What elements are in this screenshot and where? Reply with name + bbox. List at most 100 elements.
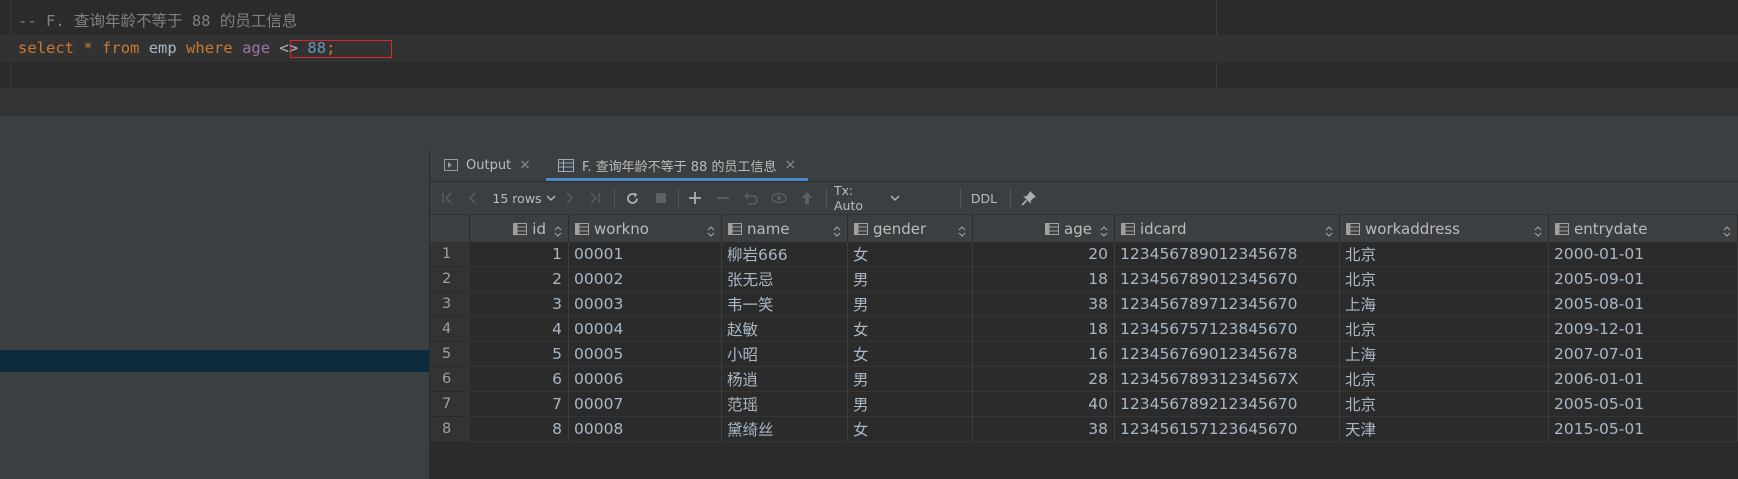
preview-changes-icon[interactable] xyxy=(768,188,790,208)
cell-id[interactable]: 2 xyxy=(470,267,569,292)
cell-name[interactable]: 张无忌 xyxy=(722,267,848,292)
column-header-age[interactable]: age xyxy=(973,215,1115,242)
column-header-workno[interactable]: workno xyxy=(569,215,722,242)
column-header-idcard[interactable]: idcard xyxy=(1115,215,1340,242)
cell-id[interactable]: 5 xyxy=(470,342,569,367)
cell-idcard[interactable]: 123456789012345678 xyxy=(1115,242,1340,267)
next-page-icon[interactable] xyxy=(560,188,578,208)
row-number[interactable]: 6 xyxy=(430,367,470,392)
tab-output[interactable]: Output × xyxy=(444,149,531,181)
cell-workno[interactable]: 00003 xyxy=(569,292,722,317)
row-number[interactable]: 8 xyxy=(430,417,470,442)
cell-workaddress[interactable]: 上海 xyxy=(1340,342,1549,367)
delete-row-icon[interactable] xyxy=(712,188,734,208)
row-number[interactable]: 1 xyxy=(430,242,470,267)
sql-editor[interactable]: -- F. 查询年龄不等于 88 的员工信息 select * from emp… xyxy=(0,0,1738,88)
cell-entrydate[interactable]: 2005-08-01 xyxy=(1549,292,1738,317)
sort-icon[interactable] xyxy=(554,223,562,241)
sort-icon[interactable] xyxy=(1325,223,1333,241)
refresh-icon[interactable] xyxy=(622,188,642,208)
cell-age[interactable]: 18 xyxy=(973,267,1115,292)
cell-entrydate[interactable]: 2009-12-01 xyxy=(1549,317,1738,342)
sort-icon[interactable] xyxy=(1723,223,1731,241)
cell-gender[interactable]: 男 xyxy=(848,367,973,392)
cell-workaddress[interactable]: 北京 xyxy=(1340,267,1549,292)
sort-icon[interactable] xyxy=(707,223,715,241)
tx-mode-dropdown[interactable]: Tx: Auto xyxy=(834,183,900,213)
cell-age[interactable]: 20 xyxy=(973,242,1115,267)
cell-workno[interactable]: 00005 xyxy=(569,342,722,367)
cell-id[interactable]: 7 xyxy=(470,392,569,417)
cell-id[interactable]: 1 xyxy=(470,242,569,267)
cell-gender[interactable]: 女 xyxy=(848,242,973,267)
cell-idcard[interactable]: 123456789212345670 xyxy=(1115,392,1340,417)
row-number[interactable]: 5 xyxy=(430,342,470,367)
close-icon[interactable]: × xyxy=(784,157,796,173)
cell-name[interactable]: 小昭 xyxy=(722,342,848,367)
cell-id[interactable]: 3 xyxy=(470,292,569,317)
cell-gender[interactable]: 男 xyxy=(848,292,973,317)
submit-icon[interactable] xyxy=(796,188,818,208)
cell-age[interactable]: 16 xyxy=(973,342,1115,367)
cell-idcard[interactable]: 12345678931234567X xyxy=(1115,367,1340,392)
cell-idcard[interactable]: 123456789712345670 xyxy=(1115,292,1340,317)
cell-workno[interactable]: 00001 xyxy=(569,242,722,267)
pin-tab-icon[interactable] xyxy=(1018,188,1040,208)
cell-workaddress[interactable]: 北京 xyxy=(1340,392,1549,417)
sort-icon[interactable] xyxy=(833,223,841,241)
row-number[interactable]: 7 xyxy=(430,392,470,417)
cell-idcard[interactable]: 123456157123645670 xyxy=(1115,417,1340,442)
cell-entrydate[interactable]: 2005-05-01 xyxy=(1549,392,1738,417)
cell-workaddress[interactable]: 天津 xyxy=(1340,417,1549,442)
tab-query-result[interactable]: F. 查询年龄不等于 88 的员工信息 × xyxy=(546,149,809,181)
cell-age[interactable]: 28 xyxy=(973,367,1115,392)
cell-id[interactable]: 8 xyxy=(470,417,569,442)
sort-icon[interactable] xyxy=(958,223,966,241)
cell-workno[interactable]: 00002 xyxy=(569,267,722,292)
cell-id[interactable]: 6 xyxy=(470,367,569,392)
cell-name[interactable]: 范瑶 xyxy=(722,392,848,417)
cell-workno[interactable]: 00008 xyxy=(569,417,722,442)
last-page-icon[interactable] xyxy=(586,188,604,208)
row-count-dropdown[interactable]: 15 rows xyxy=(492,188,556,208)
cell-name[interactable]: 赵敏 xyxy=(722,317,848,342)
cell-age[interactable]: 38 xyxy=(973,292,1115,317)
cell-age[interactable]: 38 xyxy=(973,417,1115,442)
cell-entrydate[interactable]: 2005-09-01 xyxy=(1549,267,1738,292)
column-header-gender[interactable]: gender xyxy=(848,215,973,242)
services-selected-row[interactable] xyxy=(0,350,429,372)
cell-entrydate[interactable]: 2006-01-01 xyxy=(1549,367,1738,392)
column-header-id[interactable]: id xyxy=(470,215,569,242)
ddl-button[interactable]: DDL xyxy=(966,188,1002,208)
cell-idcard[interactable]: 123456789012345670 xyxy=(1115,267,1340,292)
cell-gender[interactable]: 男 xyxy=(848,267,973,292)
revert-icon[interactable] xyxy=(740,188,762,208)
cell-workaddress[interactable]: 北京 xyxy=(1340,317,1549,342)
row-number[interactable]: 3 xyxy=(430,292,470,317)
cell-idcard[interactable]: 123456769012345678 xyxy=(1115,342,1340,367)
cell-entrydate[interactable]: 2015-05-01 xyxy=(1549,417,1738,442)
cell-age[interactable]: 40 xyxy=(973,392,1115,417)
sort-icon[interactable] xyxy=(1100,223,1108,241)
cell-name[interactable]: 黛绮丝 xyxy=(722,417,848,442)
add-row-icon[interactable] xyxy=(684,188,706,208)
cell-id[interactable]: 4 xyxy=(470,317,569,342)
cell-gender[interactable]: 女 xyxy=(848,417,973,442)
cell-entrydate[interactable]: 2000-01-01 xyxy=(1549,242,1738,267)
cell-age[interactable]: 18 xyxy=(973,317,1115,342)
cell-gender[interactable]: 女 xyxy=(848,342,973,367)
sort-icon[interactable] xyxy=(1534,223,1542,241)
cell-workaddress[interactable]: 上海 xyxy=(1340,292,1549,317)
row-number[interactable]: 2 xyxy=(430,267,470,292)
column-header-workaddress[interactable]: workaddress xyxy=(1340,215,1549,242)
cell-name[interactable]: 杨逍 xyxy=(722,367,848,392)
stop-icon[interactable] xyxy=(652,188,670,208)
cell-idcard[interactable]: 123456757123845670 xyxy=(1115,317,1340,342)
column-header-entrydate[interactable]: entrydate xyxy=(1549,215,1738,242)
cell-gender[interactable]: 女 xyxy=(848,317,973,342)
sql-statement[interactable]: select * from emp where age <> 88; xyxy=(18,37,335,59)
cell-gender[interactable]: 男 xyxy=(848,392,973,417)
previous-page-icon[interactable] xyxy=(464,188,482,208)
first-page-icon[interactable] xyxy=(438,188,456,208)
close-icon[interactable]: × xyxy=(519,157,531,173)
